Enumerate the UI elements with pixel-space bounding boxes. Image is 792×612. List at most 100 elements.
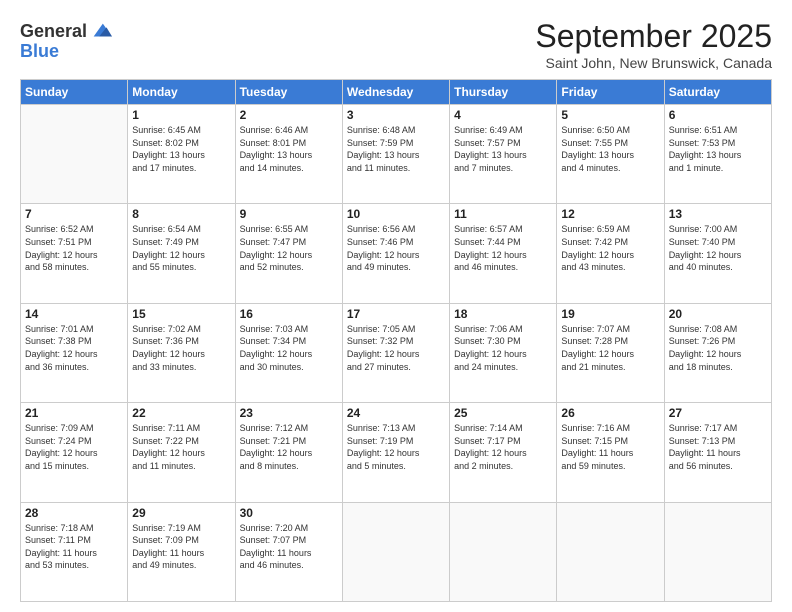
calendar-cell: 10Sunrise: 6:56 AM Sunset: 7:46 PM Dayli… (342, 204, 449, 303)
day-number: 24 (347, 406, 445, 420)
logo-general: General (20, 22, 87, 42)
day-number: 21 (25, 406, 123, 420)
day-number: 1 (132, 108, 230, 122)
calendar-cell: 18 Sunrise: 7:06 AM Sunset: 7:30 PM Dayli… (450, 303, 557, 402)
day-number: 7 (25, 207, 123, 221)
header: General Blue September 2025 Saint John, … (20, 18, 772, 71)
day-number: 29 (132, 506, 230, 520)
day-number: 13 (669, 207, 767, 221)
day-info: Sunrise: 7:06 AM Sunset: 7:30 PM Dayligh… (454, 323, 552, 373)
day-number: 8 (132, 207, 230, 221)
calendar-cell: 26Sunrise: 7:16 AM Sunset: 7:15 PM Dayli… (557, 403, 664, 502)
location: Saint John, New Brunswick, Canada (535, 55, 772, 71)
calendar-cell: 30 Sunrise: 7:20 AM Sunset: 7:07 PM Dayli… (235, 502, 342, 601)
day-info: Sunrise: 7:19 AM Sunset: 7:09 PM Dayligh… (132, 522, 230, 572)
calendar-cell: 12Sunrise: 6:59 AM Sunset: 7:42 PM Dayli… (557, 204, 664, 303)
day-info: Sunrise: 6:49 AM Sunset: 7:57 PM Dayligh… (454, 124, 552, 174)
day-info: Sunrise: 7:18 AM Sunset: 7:11 PM Dayligh… (25, 522, 123, 572)
calendar-row: 7 Sunrise: 6:52 AM Sunset: 7:51 PM Daylig… (21, 204, 772, 303)
calendar-cell: 27Sunrise: 7:17 AM Sunset: 7:13 PM Dayli… (664, 403, 771, 502)
day-info: Sunrise: 6:51 AM Sunset: 7:53 PM Dayligh… (669, 124, 767, 174)
weekday-header: SundayMondayTuesdayWednesdayThursdayFrid… (21, 80, 772, 105)
day-number: 22 (132, 406, 230, 420)
day-number: 9 (240, 207, 338, 221)
day-info: Sunrise: 7:11 AM Sunset: 7:22 PM Dayligh… (132, 422, 230, 472)
day-info: Sunrise: 7:08 AM Sunset: 7:26 PM Dayligh… (669, 323, 767, 373)
day-number: 3 (347, 108, 445, 122)
day-number: 5 (561, 108, 659, 122)
day-number: 12 (561, 207, 659, 221)
calendar-row: 21Sunrise: 7:09 AM Sunset: 7:24 PM Dayli… (21, 403, 772, 502)
day-info: Sunrise: 7:05 AM Sunset: 7:32 PM Dayligh… (347, 323, 445, 373)
calendar-cell: 13 Sunrise: 7:00 AM Sunset: 7:40 PM Dayli… (664, 204, 771, 303)
day-number: 11 (454, 207, 552, 221)
calendar-cell: 2Sunrise: 6:46 AM Sunset: 8:01 PM Daylig… (235, 105, 342, 204)
day-info: Sunrise: 7:20 AM Sunset: 7:07 PM Dayligh… (240, 522, 338, 572)
calendar-cell: 22 Sunrise: 7:11 AM Sunset: 7:22 PM Dayli… (128, 403, 235, 502)
logo: General Blue (20, 22, 112, 62)
day-info: Sunrise: 7:13 AM Sunset: 7:19 PM Dayligh… (347, 422, 445, 472)
calendar-cell: 7 Sunrise: 6:52 AM Sunset: 7:51 PM Daylig… (21, 204, 128, 303)
title-block: September 2025 Saint John, New Brunswick… (535, 18, 772, 71)
day-info: Sunrise: 6:54 AM Sunset: 7:49 PM Dayligh… (132, 223, 230, 273)
calendar-cell: 24 Sunrise: 7:13 AM Sunset: 7:19 PM Dayli… (342, 403, 449, 502)
day-info: Sunrise: 6:48 AM Sunset: 7:59 PM Dayligh… (347, 124, 445, 174)
calendar-cell: 29 Sunrise: 7:19 AM Sunset: 7:09 PM Dayli… (128, 502, 235, 601)
calendar-cell: 17Sunrise: 7:05 AM Sunset: 7:32 PM Dayli… (342, 303, 449, 402)
day-info: Sunrise: 6:50 AM Sunset: 7:55 PM Dayligh… (561, 124, 659, 174)
calendar-cell (342, 502, 449, 601)
day-info: Sunrise: 7:00 AM Sunset: 7:40 PM Dayligh… (669, 223, 767, 273)
day-number: 23 (240, 406, 338, 420)
calendar-row: 1Sunrise: 6:45 AM Sunset: 8:02 PM Daylig… (21, 105, 772, 204)
weekday-header-cell: Monday (128, 80, 235, 105)
calendar-cell: 8 Sunrise: 6:54 AM Sunset: 7:49 PM Daylig… (128, 204, 235, 303)
day-number: 15 (132, 307, 230, 321)
day-info: Sunrise: 6:55 AM Sunset: 7:47 PM Dayligh… (240, 223, 338, 273)
weekday-header-cell: Saturday (664, 80, 771, 105)
day-number: 30 (240, 506, 338, 520)
day-info: Sunrise: 7:14 AM Sunset: 7:17 PM Dayligh… (454, 422, 552, 472)
logo-blue: Blue (20, 41, 59, 61)
page: General Blue September 2025 Saint John, … (0, 0, 792, 612)
day-number: 20 (669, 307, 767, 321)
calendar-cell: 20 Sunrise: 7:08 AM Sunset: 7:26 PM Dayli… (664, 303, 771, 402)
day-info: Sunrise: 7:17 AM Sunset: 7:13 PM Dayligh… (669, 422, 767, 472)
calendar-body: 1Sunrise: 6:45 AM Sunset: 8:02 PM Daylig… (21, 105, 772, 602)
day-info: Sunrise: 7:03 AM Sunset: 7:34 PM Dayligh… (240, 323, 338, 373)
calendar-cell: 23 Sunrise: 7:12 AM Sunset: 7:21 PM Dayli… (235, 403, 342, 502)
day-number: 28 (25, 506, 123, 520)
calendar-cell: 15Sunrise: 7:02 AM Sunset: 7:36 PM Dayli… (128, 303, 235, 402)
day-number: 14 (25, 307, 123, 321)
calendar-cell: 25Sunrise: 7:14 AM Sunset: 7:17 PM Dayli… (450, 403, 557, 502)
day-number: 26 (561, 406, 659, 420)
calendar-cell: 28 Sunrise: 7:18 AM Sunset: 7:11 PM Dayli… (21, 502, 128, 601)
calendar-cell: 9 Sunrise: 6:55 AM Sunset: 7:47 PM Daylig… (235, 204, 342, 303)
calendar-row: 14 Sunrise: 7:01 AM Sunset: 7:38 PM Dayli… (21, 303, 772, 402)
day-info: Sunrise: 7:07 AM Sunset: 7:28 PM Dayligh… (561, 323, 659, 373)
calendar-cell: 1Sunrise: 6:45 AM Sunset: 8:02 PM Daylig… (128, 105, 235, 204)
calendar-cell: 4 Sunrise: 6:49 AM Sunset: 7:57 PM Daylig… (450, 105, 557, 204)
calendar-cell: 16 Sunrise: 7:03 AM Sunset: 7:34 PM Dayli… (235, 303, 342, 402)
day-number: 18 (454, 307, 552, 321)
weekday-header-cell: Sunday (21, 80, 128, 105)
weekday-header-cell: Thursday (450, 80, 557, 105)
calendar-cell (450, 502, 557, 601)
day-info: Sunrise: 7:12 AM Sunset: 7:21 PM Dayligh… (240, 422, 338, 472)
month-title: September 2025 (535, 18, 772, 55)
calendar-cell: 21Sunrise: 7:09 AM Sunset: 7:24 PM Dayli… (21, 403, 128, 502)
day-number: 4 (454, 108, 552, 122)
day-number: 6 (669, 108, 767, 122)
calendar-cell: 11Sunrise: 6:57 AM Sunset: 7:44 PM Dayli… (450, 204, 557, 303)
weekday-header-cell: Wednesday (342, 80, 449, 105)
day-number: 19 (561, 307, 659, 321)
calendar: SundayMondayTuesdayWednesdayThursdayFrid… (20, 79, 772, 602)
calendar-cell: 19 Sunrise: 7:07 AM Sunset: 7:28 PM Dayli… (557, 303, 664, 402)
day-info: Sunrise: 7:01 AM Sunset: 7:38 PM Dayligh… (25, 323, 123, 373)
logo-icon (90, 20, 112, 42)
day-number: 16 (240, 307, 338, 321)
day-info: Sunrise: 6:52 AM Sunset: 7:51 PM Dayligh… (25, 223, 123, 273)
calendar-cell: 5 Sunrise: 6:50 AM Sunset: 7:55 PM Daylig… (557, 105, 664, 204)
calendar-row: 28 Sunrise: 7:18 AM Sunset: 7:11 PM Dayli… (21, 502, 772, 601)
calendar-cell (557, 502, 664, 601)
day-number: 10 (347, 207, 445, 221)
